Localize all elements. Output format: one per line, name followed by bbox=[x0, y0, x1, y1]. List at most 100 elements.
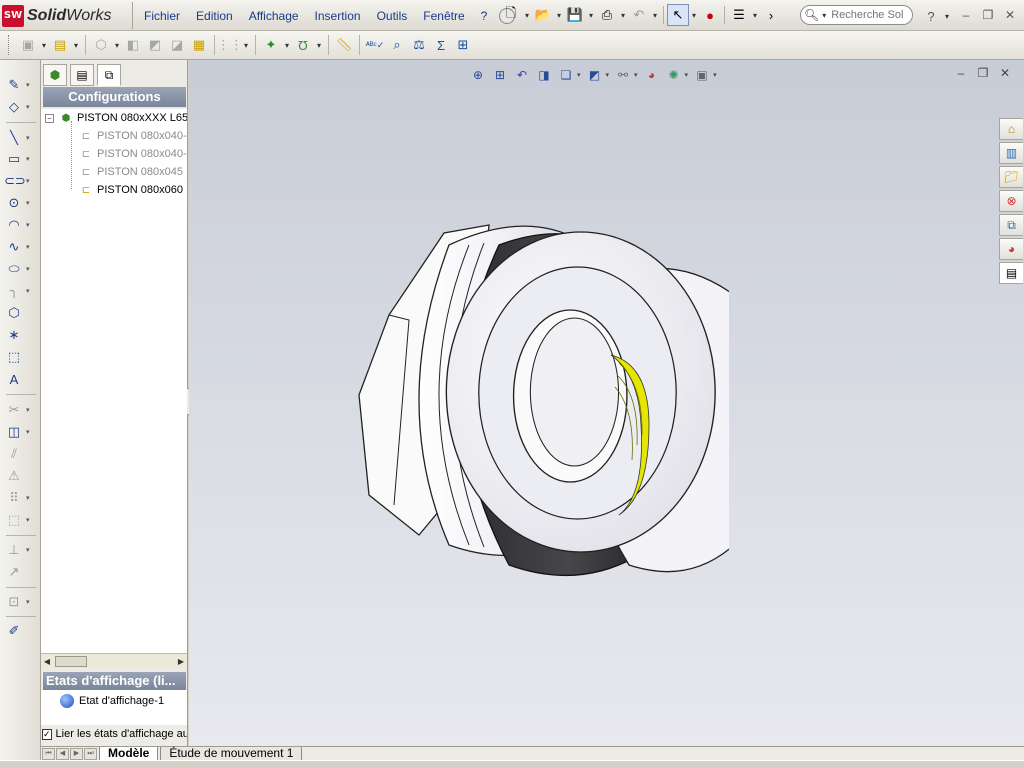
appearances-tab[interactable]: ◕ bbox=[999, 238, 1023, 260]
file-explorer-tab[interactable]: 📁︎ bbox=[999, 166, 1023, 188]
previous-view-icon[interactable]: ↶ bbox=[511, 66, 533, 84]
repair-sketch-tool[interactable]: ↗ bbox=[4, 562, 36, 582]
tab-property-manager[interactable]: ▤ bbox=[70, 64, 94, 86]
dropdown-icon[interactable]: ▾ bbox=[713, 71, 717, 79]
smart-dimension-tool[interactable]: ◇ ▾ bbox=[4, 97, 36, 117]
new-part-icon[interactable]: ▤ bbox=[49, 34, 71, 56]
pattern-icon[interactable]: ⋮⋮ bbox=[217, 34, 243, 56]
dropdown-icon[interactable]: ▾ bbox=[606, 71, 610, 79]
print-dropdown-icon[interactable]: ▾ bbox=[618, 11, 628, 20]
scroll-right-icon[interactable]: ▶ bbox=[175, 657, 187, 666]
dropdown-icon[interactable]: ▾ bbox=[112, 41, 122, 50]
prev-tab-icon[interactable]: ◀ bbox=[56, 747, 69, 760]
bill-of-materials-icon[interactable]: ⊞ bbox=[452, 34, 474, 56]
close-icon[interactable]: ✕ bbox=[994, 66, 1016, 80]
search-tab[interactable]: ⊗ bbox=[999, 190, 1023, 212]
quick-snaps-tool[interactable]: ⊡ ▾ bbox=[4, 592, 36, 612]
dropdown-icon[interactable]: ▾ bbox=[577, 71, 581, 79]
options-dropdown-icon[interactable]: ▾ bbox=[750, 11, 760, 20]
tree-item[interactable]: ⊏ PISTON 080x045 I bbox=[79, 163, 187, 181]
rectangle-tool[interactable]: ▭ ▾ bbox=[4, 149, 36, 169]
menu-fenetre[interactable]: Fenêtre bbox=[415, 9, 472, 23]
options-icon[interactable]: ☰ bbox=[728, 4, 750, 26]
apply-scene-icon[interactable]: ✺ bbox=[663, 66, 685, 84]
text-tool[interactable]: A bbox=[4, 369, 36, 389]
last-tab-icon[interactable]: ⏭ bbox=[84, 747, 97, 760]
close-icon[interactable]: ✕ bbox=[999, 7, 1021, 23]
spline-tool[interactable]: ∿ ▾ bbox=[4, 237, 36, 257]
section-view-icon[interactable]: ◨ bbox=[533, 66, 555, 84]
rapid-sketch-tool[interactable]: ✐ bbox=[4, 621, 36, 641]
menu-fichier[interactable]: Fichier bbox=[136, 9, 188, 23]
view-orientation-icon[interactable]: ❏ bbox=[555, 66, 577, 84]
tree-item-active[interactable]: ⊏ PISTON 080x060 I bbox=[79, 181, 187, 199]
smart-fasteners-icon[interactable]: ◪ bbox=[166, 34, 188, 56]
open-folder-icon[interactable]: 📂 bbox=[532, 4, 554, 26]
view-settings-icon[interactable]: ▣ bbox=[691, 66, 713, 84]
search-input[interactable] bbox=[831, 9, 912, 21]
tree-root[interactable]: − ⬢ PISTON 080xXXX L65 bbox=[45, 109, 187, 127]
save-icon[interactable]: 💾 bbox=[564, 4, 586, 26]
restore-icon[interactable]: ❐ bbox=[977, 7, 999, 23]
solidworks-logo[interactable]: SW SolidWorks bbox=[2, 4, 128, 27]
tab-model[interactable]: Modèle bbox=[99, 746, 159, 761]
move-component-icon[interactable]: ◧ bbox=[122, 34, 144, 56]
dropdown-icon[interactable]: ▾ bbox=[241, 41, 251, 50]
assembly-features-icon[interactable]: ▦ bbox=[188, 34, 210, 56]
new-document-icon[interactable]: 🗋 bbox=[500, 4, 522, 26]
mass-properties-icon[interactable]: ⚖ bbox=[408, 34, 430, 56]
solidworks-resources-tab[interactable]: ⌂ bbox=[999, 118, 1023, 140]
ellipse-tool[interactable]: ⬭ ▾ bbox=[4, 259, 36, 279]
reference-geometry-icon[interactable]: ✦ bbox=[260, 34, 282, 56]
hide-show-items-icon[interactable]: ⚯ bbox=[612, 66, 634, 84]
collapse-icon[interactable]: − bbox=[45, 113, 54, 123]
dropdown-icon[interactable]: ▾ bbox=[685, 71, 689, 79]
select-dropdown-icon[interactable]: ▾ bbox=[689, 11, 699, 20]
customize-chevron-icon[interactable]: › bbox=[760, 4, 782, 26]
tree-item[interactable]: ⊏ PISTON 080x040- bbox=[79, 145, 187, 163]
slot-tool[interactable]: ⊂⊃ ▾ bbox=[4, 171, 36, 191]
minimize-icon[interactable]: – bbox=[955, 7, 977, 23]
rebuild-traffic-light-icon[interactable]: ● bbox=[699, 4, 721, 26]
spell-check-icon[interactable]: ᴬᴮᶜ✓ bbox=[364, 34, 386, 56]
search-box[interactable]: 🔍︎ ▾ bbox=[800, 5, 913, 25]
search-dropdown-icon[interactable]: ▾ bbox=[819, 11, 829, 20]
menu-insertion[interactable]: Insertion bbox=[307, 9, 369, 23]
dropdown-icon[interactable]: ▾ bbox=[314, 41, 324, 50]
help-dropdown-icon[interactable]: ▾ bbox=[942, 12, 952, 21]
search-icon[interactable]: 🔍︎ bbox=[804, 8, 819, 22]
convert-entities-tool[interactable]: ◫ ▾ bbox=[4, 422, 36, 442]
piston-3d-model[interactable] bbox=[349, 215, 729, 585]
tree-item[interactable]: ⊏ PISTON 080x040- bbox=[79, 127, 187, 145]
tab-configuration-manager[interactable]: ⧉ bbox=[97, 64, 121, 86]
zoom-to-area-icon[interactable]: ⊞ bbox=[489, 66, 511, 84]
dropdown-icon[interactable]: ▾ bbox=[39, 41, 49, 50]
dropdown-icon[interactable]: ▾ bbox=[282, 41, 292, 50]
undo-icon[interactable]: ↶ bbox=[628, 4, 650, 26]
interference-detection-icon[interactable]: ⌕ bbox=[386, 34, 408, 56]
zoom-to-fit-icon[interactable]: ⊕ bbox=[467, 66, 489, 84]
design-library-tab[interactable]: ▥ bbox=[999, 142, 1023, 164]
insert-component-icon[interactable]: ▣ bbox=[17, 34, 39, 56]
next-tab-icon[interactable]: ▶ bbox=[70, 747, 83, 760]
measure-icon[interactable]: 📏︎ bbox=[333, 34, 355, 56]
view-palette-tab[interactable]: ⧉ bbox=[999, 214, 1023, 236]
display-state-item[interactable]: Etat d'affichage-1 bbox=[79, 695, 164, 707]
mirror-tool[interactable]: ⚠ bbox=[4, 466, 36, 486]
arc-tool[interactable]: ◠ ▾ bbox=[4, 215, 36, 235]
tab-motion-study[interactable]: Étude de mouvement 1 bbox=[160, 746, 303, 761]
graphics-area[interactable]: ⊕ ⊞ ↶ ◨ ❏ ▾ ◩ ▾ ⚯ ▾ ◕ ✺ ▾ ▣ ▾ – ❐ ✕ bbox=[189, 60, 1024, 746]
menu-affichage[interactable]: Affichage bbox=[241, 9, 307, 23]
polygon-tool[interactable]: ⬡ bbox=[4, 303, 36, 323]
point-tool[interactable]: ∗ bbox=[4, 325, 36, 345]
move-entities-tool[interactable]: ⬚ ▾ bbox=[4, 510, 36, 530]
undo-dropdown-icon[interactable]: ▾ bbox=[650, 11, 660, 20]
open-dropdown-icon[interactable]: ▾ bbox=[554, 11, 564, 20]
mate-icon[interactable]: ⬡ bbox=[90, 34, 112, 56]
menu-help[interactable]: ? bbox=[473, 9, 496, 23]
select-arrow-icon[interactable]: ↖ bbox=[667, 4, 689, 26]
custom-properties-tab[interactable]: ▤ bbox=[999, 262, 1023, 284]
toolbar-handle[interactable] bbox=[8, 35, 11, 55]
line-tool[interactable]: ╲ ▾ bbox=[4, 128, 36, 148]
fillet-tool[interactable]: ╮ ▾ bbox=[4, 281, 36, 301]
